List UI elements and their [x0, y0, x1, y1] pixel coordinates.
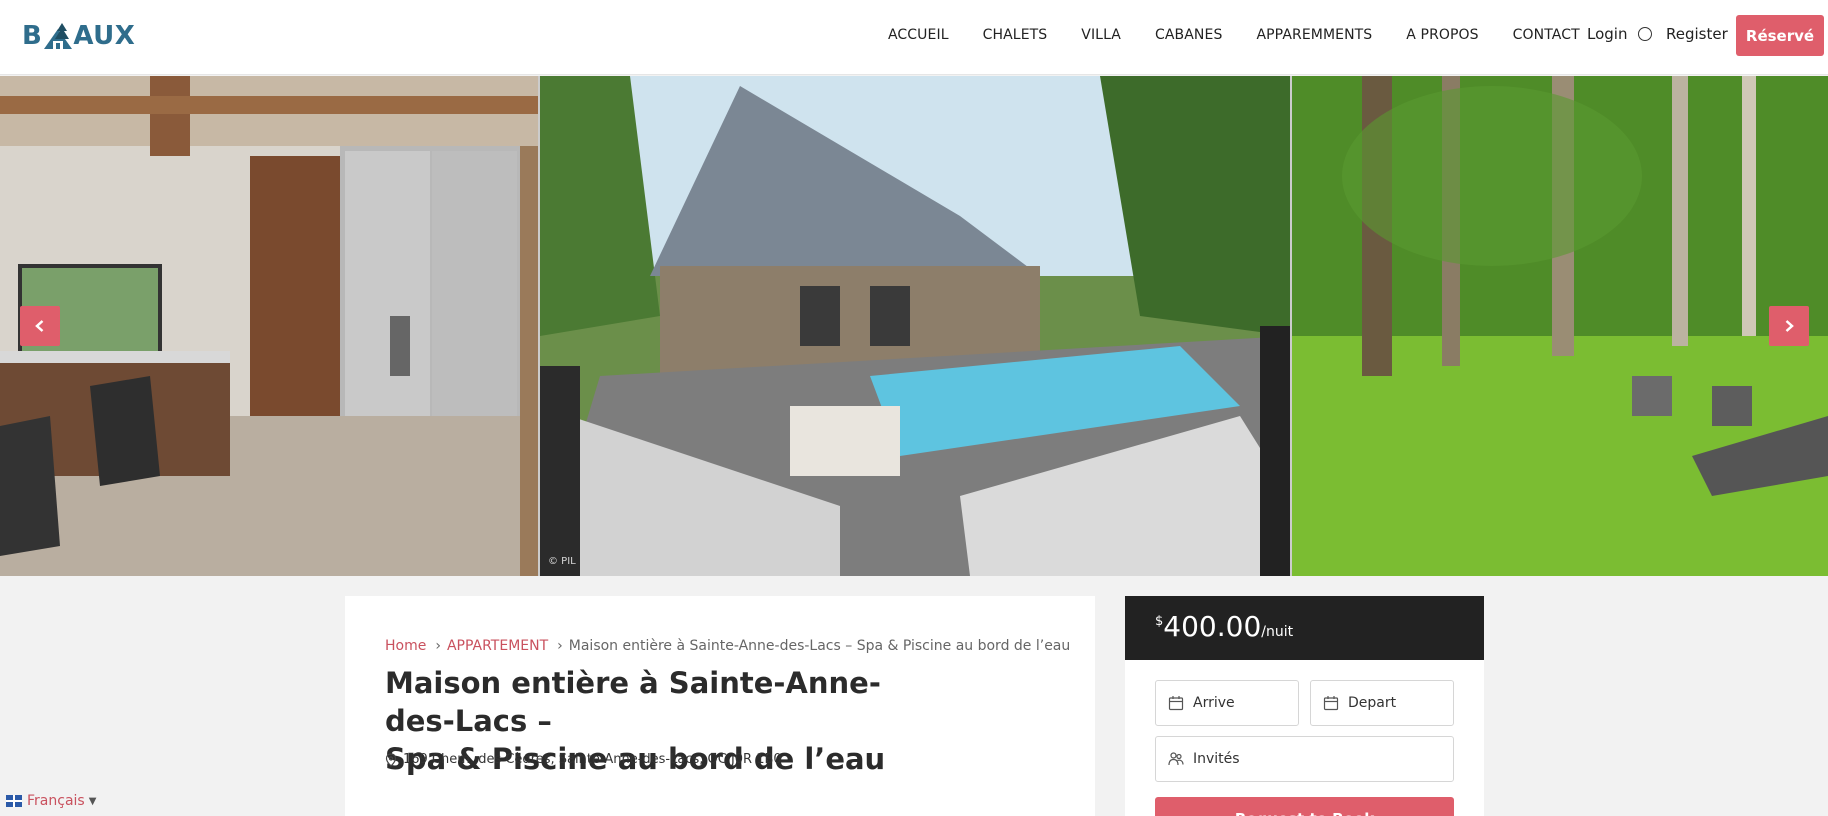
radio-circle[interactable]: [1638, 27, 1652, 41]
site-logo[interactable]: B AUX: [22, 18, 135, 54]
photo-credit: © PIL: [548, 556, 576, 567]
login-link[interactable]: Login: [1587, 25, 1627, 43]
price-currency: $: [1155, 614, 1164, 629]
gallery-prev-button[interactable]: [20, 306, 60, 346]
calendar-icon: [1323, 695, 1339, 711]
arrive-date-field[interactable]: Arrive: [1155, 680, 1299, 726]
chevron-right-icon: [1785, 320, 1794, 332]
map-pin-icon: [385, 752, 397, 767]
language-switcher[interactable]: Français ▼: [6, 793, 96, 809]
depart-placeholder: Depart: [1348, 695, 1397, 711]
photo-gallery[interactable]: [0, 76, 1828, 576]
address-text: 169 Chem. des Cèdres, Sainte-Anne-des-La…: [403, 752, 782, 767]
gallery-photo-kitchen[interactable]: [0, 76, 538, 576]
booking-panel: $400.00/nuit Arrive Depart Invités Reque…: [1125, 596, 1484, 816]
gallery-photo-yard[interactable]: [1292, 76, 1828, 576]
breadcrumb-current: Maison entière à Sainte-Anne-des-Lacs – …: [568, 638, 1071, 654]
title-line-1: Maison entière à Sainte-Anne-des-Lacs –: [385, 666, 881, 738]
quebec-flag-icon: [6, 795, 22, 807]
site-header: B AUX ACCUEIL CHALETS VILLA CABANES APPA…: [0, 0, 1828, 75]
gallery-photo-pool-house[interactable]: [540, 76, 1290, 576]
nav-cabanes[interactable]: CABANES: [1155, 27, 1222, 43]
main-nav: ACCUEIL CHALETS VILLA CABANES APPAREMMEN…: [888, 25, 1614, 45]
nav-chalets[interactable]: CHALETS: [983, 27, 1048, 43]
logo-text-left: B: [22, 21, 43, 51]
listing-address: 169 Chem. des Cèdres, Sainte-Anne-des-La…: [385, 752, 782, 767]
caret-down-icon: ▼: [88, 795, 97, 807]
chevron-left-icon: [35, 320, 44, 332]
depart-date-field[interactable]: Depart: [1310, 680, 1454, 726]
reserve-button[interactable]: Réservé: [1736, 15, 1824, 56]
house-icon: [44, 23, 73, 49]
listing-card: Home › APPARTEMENT › Maison entière à Sainte…: [345, 596, 1095, 816]
logo-text-right: AUX: [73, 21, 136, 51]
nav-a-propos[interactable]: A PROPOS: [1406, 27, 1478, 43]
breadcrumb-category[interactable]: APPARTEMENT: [447, 638, 548, 654]
nav-accueil[interactable]: ACCUEIL: [888, 27, 949, 43]
price-bar: $400.00/nuit: [1125, 596, 1484, 660]
price-amount: 400.00: [1163, 610, 1262, 643]
guests-field[interactable]: Invités: [1155, 736, 1454, 782]
nightly-price: $400.00/nuit: [1155, 610, 1293, 643]
nav-contact[interactable]: CONTACT: [1513, 27, 1580, 43]
request-to-book-button[interactable]: Request to Book: [1155, 797, 1454, 816]
nav-appartements[interactable]: APPAREMMENTS: [1256, 27, 1372, 43]
breadcrumb: Home › APPARTEMENT › Maison entière à Sainte…: [385, 638, 1071, 654]
nav-villa[interactable]: VILLA: [1081, 27, 1121, 43]
guests-placeholder: Invités: [1193, 751, 1240, 767]
arrive-placeholder: Arrive: [1193, 695, 1235, 711]
price-unit: /nuit: [1261, 624, 1294, 640]
gallery-next-button[interactable]: [1769, 306, 1809, 346]
language-label: Français: [27, 793, 85, 809]
guests-icon: [1168, 751, 1184, 767]
register-link[interactable]: Register: [1666, 25, 1728, 43]
breadcrumb-home[interactable]: Home: [385, 638, 426, 654]
calendar-icon: [1168, 695, 1184, 711]
